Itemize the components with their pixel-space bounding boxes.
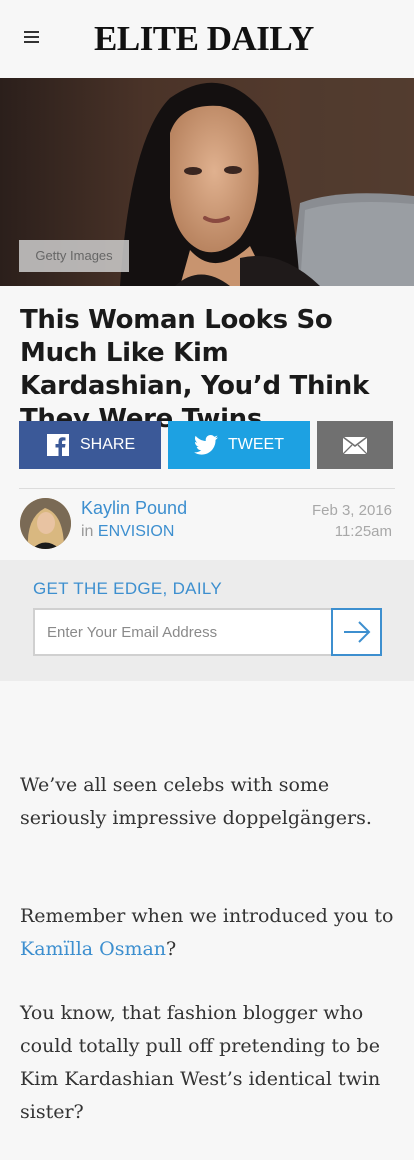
author-avatar[interactable] (20, 498, 71, 549)
article-paragraph-2: Remember when we introduced you to Kamïl… (20, 900, 398, 966)
site-logo[interactable]: ELITE DAILY (94, 18, 314, 60)
facebook-icon (47, 434, 69, 456)
newsletter-submit-button[interactable] (331, 608, 382, 656)
image-credit-badge: Getty Images (19, 240, 129, 272)
publish-datetime: Feb 3, 2016 11:25am (312, 500, 392, 542)
category-link[interactable]: ENVISION (98, 523, 174, 540)
site-header: ELITE DAILY (0, 0, 414, 78)
arrow-right-icon (344, 621, 371, 643)
email-share-button[interactable] (317, 421, 393, 469)
avatar-photo (20, 498, 71, 549)
twitter-tweet-button[interactable]: TWEET (168, 421, 310, 469)
kamilla-osman-link[interactable]: Kamïlla Osman (20, 938, 166, 960)
article-paragraph-3: You know, that fashion blogger who could… (20, 1002, 381, 1123)
author-name-link[interactable]: Kaylin Pound (81, 497, 187, 519)
article-headline: This Woman Looks So Much Like Kim Kardas… (20, 305, 369, 434)
section-divider (19, 488, 395, 489)
email-field[interactable] (33, 608, 333, 656)
author-category: in ENVISION (81, 521, 174, 543)
twitter-icon (194, 435, 218, 455)
mail-icon (343, 437, 367, 454)
share-bar: SHARE TWEET (19, 421, 393, 469)
publish-time: 11:25am (334, 523, 392, 540)
newsletter-signup: GET THE EDGE, DAILY (0, 560, 414, 681)
paragraph-2-end: ? (166, 938, 177, 960)
publish-date: Feb 3, 2016 (311, 502, 392, 519)
facebook-share-label: SHARE (80, 436, 136, 453)
paragraph-2-text: Remember when we introduced you to (20, 905, 394, 927)
category-prefix: in (81, 523, 94, 540)
facebook-share-button[interactable]: SHARE (19, 421, 161, 469)
hamburger-menu-icon[interactable] (24, 28, 52, 52)
article-paragraph-1: We’ve all seen celebs with some seriousl… (20, 774, 372, 829)
newsletter-title: GET THE EDGE, DAILY (33, 579, 222, 598)
twitter-tweet-label: TWEET (228, 436, 284, 453)
